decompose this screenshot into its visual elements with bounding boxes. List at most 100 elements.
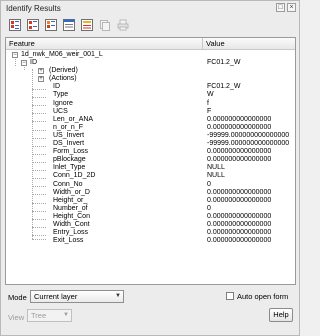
expand-icon[interactable]: + (38, 68, 44, 75)
clear-results-icon (81, 19, 93, 31)
value-column-header[interactable]: Value (203, 38, 295, 49)
print-icon (117, 19, 129, 31)
view-select-value: Tree (31, 311, 47, 320)
attribute-row[interactable]: Len_or_ANA 0.000000000000000 (6, 116, 295, 124)
attribute-name: Conn_1D_2D (53, 172, 96, 180)
tree-row-derived[interactable]: + (Derived) (6, 67, 295, 75)
attribute-row[interactable]: Exit_Loss 0.000000000000000 (6, 237, 295, 245)
mode-select[interactable]: Current layer ▼ (30, 290, 124, 303)
attribute-row[interactable]: Height_or_ 0.000000000000000 (6, 197, 295, 205)
mode-label: Mode (8, 293, 27, 302)
attribute-value: NULL (207, 172, 225, 180)
feature-column-header[interactable]: Feature (6, 38, 203, 50)
attribute-name: Width_or_D (53, 188, 90, 196)
attribute-row[interactable]: n_or_n_F 0.000000000000000 (6, 124, 295, 132)
attribute-value: 0 (207, 180, 211, 188)
attribute-name: Form_Loss (53, 148, 89, 156)
tree-row-actions[interactable]: + (Actions) (6, 75, 295, 83)
attribute-row[interactable]: ID FC01.2_W (6, 83, 295, 91)
attribute-row[interactable]: Conn_No 0 (6, 181, 295, 189)
derived-label: (Derived) (49, 67, 78, 75)
view-label: View (8, 313, 25, 322)
attribute-row[interactable]: Width_Cont 0.000000000000000 (6, 221, 295, 229)
attribute-row[interactable]: UCS F (6, 108, 295, 116)
collapse-icon[interactable]: − (12, 52, 18, 58)
attribute-value: 0.000000000000000 (207, 237, 272, 245)
attribute-row[interactable]: Height_Con 0.000000000000000 (6, 213, 295, 221)
collapse-icon[interactable]: − (21, 60, 27, 67)
expand-tree-button[interactable] (8, 18, 22, 32)
attribute-row[interactable]: Conn_1D_2D NULL (6, 172, 295, 180)
tree-rows: − 1d_nwk_M06_weir_001_L − ID FC01.2_W + … (6, 51, 295, 245)
attribute-value: 0.000000000000000 (207, 115, 272, 123)
attribute-value: -99999.000000000000000 (207, 140, 290, 148)
auto-open-form-checkbox[interactable] (226, 292, 234, 300)
attribute-value: 0.000000000000000 (207, 229, 272, 237)
layer-name: 1d_nwk_M06_weir_001_L (21, 51, 103, 58)
attribute-row[interactable]: Width_or_D 0.000000000000000 (6, 189, 295, 197)
title-bar: Identify Results □ × (1, 1, 299, 16)
attribute-value: 0 (207, 204, 211, 212)
attribute-name: Inlet_Type (53, 164, 86, 172)
attribute-name: ID (53, 83, 60, 91)
collapse-tree-icon (27, 19, 39, 31)
attribute-row[interactable]: Entry_Loss 0.000000000000000 (6, 229, 295, 237)
results-tree[interactable]: Feature Value − 1d_nwk_M06_weir_001_L − … (5, 37, 296, 285)
attribute-row[interactable]: Inlet_Type NULL (6, 164, 295, 172)
expand-new-icon (45, 19, 57, 31)
tree-row-layer[interactable]: − 1d_nwk_M06_weir_001_L (6, 51, 295, 59)
attribute-value: 0.000000000000000 (207, 212, 272, 220)
mode-select-value: Current layer (34, 292, 78, 301)
expand-tree-icon (9, 19, 21, 31)
attribute-value: 0.000000000000000 (207, 123, 272, 131)
attribute-row[interactable]: DS_Invert -99999.000000000000000 (6, 140, 295, 148)
expand-new-button[interactable] (44, 18, 58, 32)
attribute-row[interactable]: Number_of 0 (6, 205, 295, 213)
attribute-name: n_or_n_F (53, 123, 83, 131)
attribute-row[interactable]: US_Invert -99999.000000000000000 (6, 132, 295, 140)
attribute-value: 0.000000000000000 (207, 196, 272, 204)
attribute-value: FC01.2_W (207, 83, 241, 91)
chevron-down-icon: ▼ (63, 312, 69, 318)
attribute-row[interactable]: pBlockage 0.000000000000000 (6, 156, 295, 164)
attribute-name: Conn_No (53, 180, 83, 188)
chevron-down-icon: ▼ (115, 293, 121, 299)
tree-row-feature-id[interactable]: − ID FC01.2_W (6, 59, 295, 67)
attribute-row[interactable]: Ignore f (6, 100, 295, 108)
attribute-value: F (207, 107, 212, 115)
attribute-value: 0.000000000000000 (207, 220, 272, 228)
attribute-name: DS_Invert (53, 140, 85, 148)
column-header: Feature Value (6, 38, 295, 50)
feature-id-label: ID (30, 59, 37, 67)
auto-open-form-label: Auto open form (237, 292, 289, 301)
attribute-name: pBlockage (53, 156, 86, 164)
attribute-name: Entry_Loss (53, 229, 89, 237)
view-select[interactable]: Tree ▼ (27, 309, 72, 322)
open-form-button[interactable] (62, 18, 76, 32)
attribute-value: W (207, 91, 214, 99)
attribute-row[interactable]: Type W (6, 91, 295, 99)
clear-results-button[interactable] (80, 18, 94, 32)
attribute-value: 0.000000000000000 (207, 148, 272, 156)
print-button[interactable] (116, 18, 130, 32)
attribute-row[interactable]: Form_Loss 0.000000000000000 (6, 148, 295, 156)
attribute-name: Height_Con (53, 212, 90, 220)
identify-results-window: Identify Results □ × Feature Value − 1d_… (0, 0, 300, 336)
attribute-value: -99999.000000000000000 (207, 131, 290, 139)
feature-id-value: FC01.2_W (207, 59, 241, 67)
copy-feature-button[interactable] (98, 18, 112, 32)
attribute-name: Exit_Loss (53, 237, 84, 245)
toolbar (1, 16, 299, 34)
bottom-controls: Mode Current layer ▼ Auto open form View… (1, 285, 299, 335)
attribute-value: 0.000000000000000 (207, 188, 272, 196)
attribute-value: f (207, 99, 209, 107)
float-icon[interactable]: □ (276, 3, 285, 12)
collapse-tree-button[interactable] (26, 18, 40, 32)
attribute-value: NULL (207, 164, 225, 172)
expand-icon[interactable]: + (38, 76, 44, 83)
attribute-name: Number_of (53, 204, 88, 212)
help-button[interactable]: Help (269, 308, 293, 322)
attribute-name: Type (53, 91, 69, 99)
close-icon[interactable]: × (287, 3, 296, 12)
actions-label: (Actions) (49, 75, 77, 83)
